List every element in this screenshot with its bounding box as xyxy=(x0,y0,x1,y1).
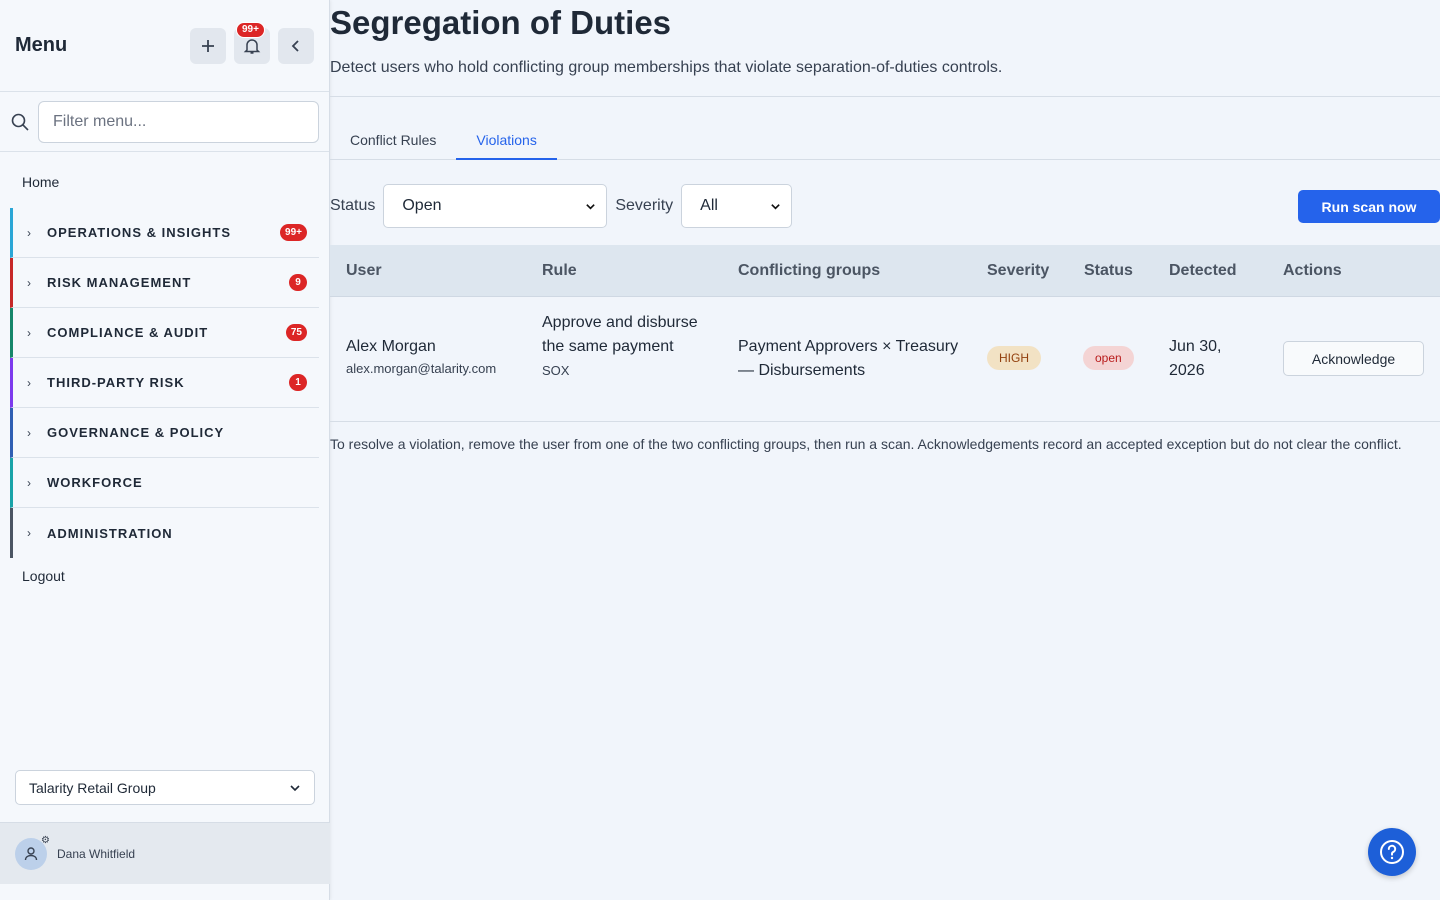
filters: Status Open Severity All xyxy=(330,184,800,228)
collapse-sidebar-button[interactable] xyxy=(278,27,314,64)
acknowledge-button[interactable]: Acknowledge xyxy=(1283,341,1424,376)
notification-count-badge: 99+ xyxy=(236,21,265,38)
chevron-right-icon: › xyxy=(27,425,31,440)
rule-framework-text: SOX xyxy=(542,363,570,378)
user-name-text: Alex Morgan xyxy=(346,338,436,355)
sidebar-search xyxy=(0,92,329,152)
user-email-text: alex.morgan@talarity.com xyxy=(346,361,497,376)
nav-item-label: OPERATIONS & INSIGHTS xyxy=(47,225,231,240)
tab-conflict-rules[interactable]: Conflict Rules xyxy=(330,120,456,160)
chevron-right-icon: › xyxy=(27,275,31,290)
nav-item-label: RISK MANAGEMENT xyxy=(47,275,192,290)
conflicting-groups-text: Payment Approvers × Treasury — Disbursem… xyxy=(738,338,959,379)
user-cell: Alex Morgan alex.morgan@talarity.com xyxy=(346,335,496,376)
nav-item-governance-policy[interactable]: › GOVERNANCE & POLICY xyxy=(10,408,319,458)
avatar: ⚙ xyxy=(15,834,50,870)
chevron-down-icon xyxy=(771,203,780,210)
violations-table: User Rule Conflicting groups Severity St… xyxy=(330,245,1440,422)
nav-list: › OPERATIONS & INSIGHTS 99+ › RISK MANAG… xyxy=(0,208,329,558)
rule-text: Approve and disburse the same payment xyxy=(542,314,698,355)
rule-cell: Approve and disburse the same payment SO… xyxy=(542,311,712,378)
nav-item-risk-management[interactable]: › RISK MANAGEMENT 9 xyxy=(10,258,319,308)
run-scan-button[interactable]: Run scan now xyxy=(1298,190,1440,223)
main-content: Segregation of Duties Detect users who h… xyxy=(330,0,1440,900)
tab-violations[interactable]: Violations xyxy=(456,120,557,160)
chevron-left-icon xyxy=(291,39,299,52)
chevron-right-icon: › xyxy=(27,325,31,340)
page-title: Segregation of Duties xyxy=(330,4,672,41)
add-button[interactable] xyxy=(190,27,226,64)
severity-cell: HIGH xyxy=(987,346,1041,370)
bell-icon xyxy=(243,38,261,54)
table-row: Alex Morgan alex.morgan@talarity.com App… xyxy=(330,297,1440,422)
nav-item-operations-insights[interactable]: › OPERATIONS & INSIGHTS 99+ xyxy=(10,208,319,258)
nav-item-label: ADMINISTRATION xyxy=(47,525,173,541)
column-header-user[interactable]: User xyxy=(346,262,382,280)
filter-menu-input[interactable] xyxy=(38,100,319,143)
table-header: User Rule Conflicting groups Severity St… xyxy=(330,245,1440,297)
chevron-right-icon: › xyxy=(27,526,31,540)
severity-filter-label: Severity xyxy=(615,197,674,214)
nav-item-compliance-audit[interactable]: › COMPLIANCE & AUDIT 75 xyxy=(10,308,319,358)
nav-item-workforce[interactable]: › WORKFORCE xyxy=(10,458,319,508)
header-divider xyxy=(330,96,1440,97)
page-subtitle: Detect users who hold conflicting group … xyxy=(330,59,1003,76)
count-badge: 75 xyxy=(285,324,307,341)
help-button[interactable] xyxy=(1368,828,1416,876)
status-cell: open xyxy=(1083,346,1134,370)
status-filter-select[interactable]: Open xyxy=(383,184,608,228)
organization-select-value: Talarity Retail Group xyxy=(29,779,156,796)
sidebar: Menu 99+ Home › OPERATIONS & INSIGHTS 99… xyxy=(0,0,330,900)
count-badge: 9 xyxy=(289,274,307,291)
nav-item-label: WORKFORCE xyxy=(47,475,143,490)
nav-item-administration[interactable]: › ADMINISTRATION xyxy=(10,508,319,558)
count-badge: 1 xyxy=(289,374,307,391)
notifications-button[interactable]: 99+ xyxy=(234,21,270,64)
column-header-status[interactable]: Status xyxy=(1084,262,1133,280)
column-header-severity[interactable]: Severity xyxy=(987,262,1049,280)
tabs: Conflict Rules Violations xyxy=(330,120,1440,160)
user-name: Dana Whitfield xyxy=(57,846,136,861)
column-header-rule[interactable]: Rule xyxy=(542,262,577,280)
severity-filter-select[interactable]: All xyxy=(681,184,793,228)
nav-item-label: COMPLIANCE & AUDIT xyxy=(47,325,209,340)
nav-home[interactable]: Home xyxy=(0,152,329,208)
detected-date-text: Jun 30, 2026 xyxy=(1169,338,1222,379)
user-profile[interactable]: ⚙ Dana Whitfield xyxy=(0,822,330,884)
help-icon xyxy=(1380,840,1404,864)
sidebar-header: Menu 99+ xyxy=(0,0,329,92)
search-icon xyxy=(11,113,29,131)
nav-item-label: GOVERNANCE & POLICY xyxy=(47,425,225,440)
count-badge: 99+ xyxy=(280,224,307,241)
sidebar-title: Menu xyxy=(15,34,68,56)
chevron-right-icon: › xyxy=(27,475,31,490)
resolution-note: To resolve a violation, remove the user … xyxy=(330,436,1402,452)
status-badge: open xyxy=(1083,346,1134,370)
severity-filter-value: All xyxy=(700,197,718,214)
chevron-down-icon xyxy=(586,203,596,210)
column-header-actions[interactable]: Actions xyxy=(1283,262,1342,280)
plus-icon xyxy=(202,39,214,52)
organization-select[interactable]: Talarity Retail Group xyxy=(15,770,315,805)
column-header-conflicting-groups[interactable]: Conflicting groups xyxy=(738,262,880,280)
chevron-right-icon: › xyxy=(27,225,31,240)
user-icon xyxy=(24,846,38,860)
severity-badge: HIGH xyxy=(987,346,1041,370)
gear-icon: ⚙ xyxy=(41,834,50,846)
status-filter-value: Open xyxy=(402,197,442,214)
chevron-right-icon: › xyxy=(27,375,31,390)
chevron-down-icon xyxy=(290,784,300,791)
column-header-detected[interactable]: Detected xyxy=(1169,262,1237,280)
logout-link[interactable]: Logout xyxy=(0,558,329,594)
actions-cell: Acknowledge xyxy=(1283,341,1424,376)
nav-item-label: THIRD-PARTY RISK xyxy=(47,375,185,390)
nav-item-third-party-risk[interactable]: › THIRD-PARTY RISK 1 xyxy=(10,358,319,408)
status-filter-label: Status xyxy=(330,197,376,214)
